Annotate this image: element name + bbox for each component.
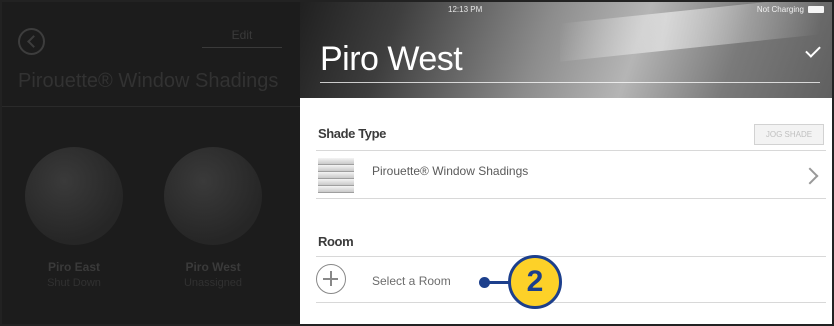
shade-list-panel: Edit Pirouette® Window Shadings Piro Eas… bbox=[2, 2, 300, 324]
chevron-right-icon[interactable] bbox=[801, 167, 819, 185]
back-icon[interactable] bbox=[18, 28, 45, 55]
shade-type-thumbnail bbox=[318, 158, 354, 194]
select-room-field[interactable]: Select a Room bbox=[372, 274, 451, 288]
shade-type-value[interactable]: Pirouette® Window Shadings bbox=[372, 164, 528, 178]
status-time: 12:13 PM bbox=[448, 5, 483, 14]
shade-card-name: Piro West bbox=[185, 260, 241, 274]
divider bbox=[316, 198, 826, 199]
battery-icon bbox=[808, 6, 824, 13]
header-banner: 12:13 PM Not Charging Piro West bbox=[300, 2, 832, 98]
shade-type-label: Shade Type bbox=[318, 126, 387, 141]
divider bbox=[316, 150, 826, 151]
add-icon[interactable] bbox=[316, 264, 346, 294]
callout-pointer-line bbox=[488, 281, 510, 284]
shade-card-east[interactable] bbox=[25, 147, 123, 245]
title-underline bbox=[320, 82, 820, 83]
shade-card-status: Shut Down bbox=[47, 277, 101, 289]
shade-name-title[interactable]: Piro West bbox=[320, 40, 463, 79]
room-label: Room bbox=[318, 234, 354, 249]
divider bbox=[316, 256, 826, 257]
product-title: Pirouette® Window Shadings bbox=[18, 70, 279, 92]
status-charge: Not Charging bbox=[756, 5, 804, 14]
edit-button[interactable]: Edit bbox=[202, 28, 282, 48]
divider bbox=[2, 106, 300, 107]
divider bbox=[316, 302, 826, 303]
check-icon[interactable] bbox=[805, 42, 821, 58]
app-frame: Edit Pirouette® Window Shadings Piro Eas… bbox=[0, 0, 834, 326]
shade-card-status: Unassigned bbox=[183, 277, 243, 289]
shade-card-name: Piro East bbox=[47, 260, 101, 274]
shade-edit-panel: 12:13 PM Not Charging Piro West Shade Ty… bbox=[300, 2, 832, 324]
jog-shade-button[interactable]: JOG SHADE bbox=[754, 124, 824, 145]
callout-number-badge: 2 bbox=[508, 255, 562, 309]
shade-card-west[interactable] bbox=[164, 147, 262, 245]
